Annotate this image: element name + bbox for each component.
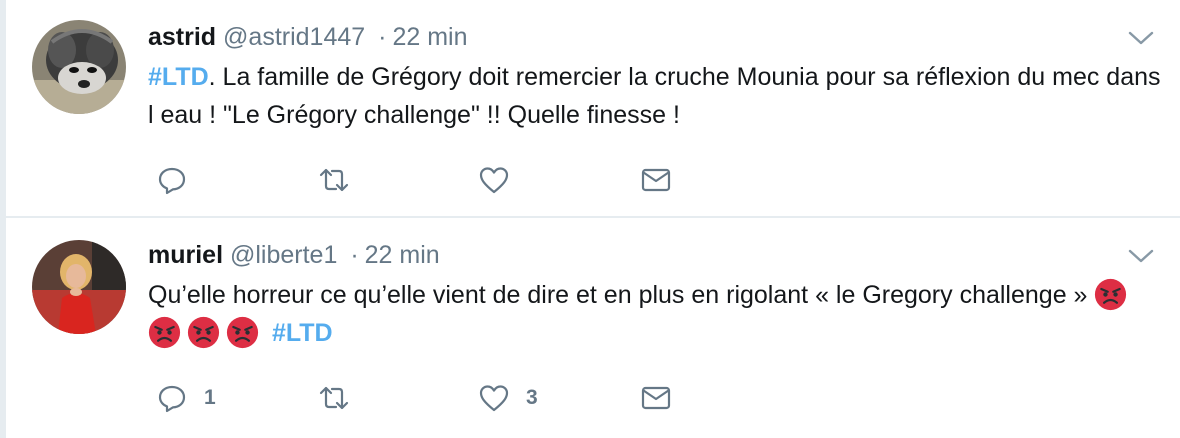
- timeline: astrid @astrid1447 · 22 min #LTD. La fami…: [0, 0, 1180, 438]
- hashtag-link[interactable]: #LTD: [148, 63, 209, 91]
- author-name[interactable]: astrid: [148, 23, 216, 51]
- direct-message-button[interactable]: [640, 160, 672, 200]
- reply-icon: [158, 167, 186, 195]
- separator: ·: [378, 23, 387, 51]
- angry-face-icon: [1095, 278, 1127, 311]
- reply-button[interactable]: 1: [156, 378, 216, 418]
- heart-icon: [479, 385, 509, 412]
- like-count: 3: [526, 386, 538, 409]
- chevron-down-icon[interactable]: [1128, 30, 1154, 46]
- tweet-body: Qu’elle horreur ce qu’elle vient de dire…: [148, 281, 1095, 309]
- tweet-body: . La famille de Grégory doit remercier l…: [148, 63, 1161, 129]
- author-handle[interactable]: @astrid1447: [223, 23, 365, 51]
- dog-avatar-image: [32, 20, 126, 114]
- timestamp[interactable]: 22 min: [365, 241, 440, 269]
- retweet-button[interactable]: [318, 160, 350, 200]
- woman-avatar-image: [32, 240, 126, 334]
- chevron-down-icon[interactable]: [1128, 248, 1154, 264]
- author-handle[interactable]: @liberte1: [230, 241, 337, 269]
- angry-face-icon: [226, 316, 259, 349]
- avatar[interactable]: [32, 20, 126, 114]
- angry-face-icon: [187, 316, 220, 349]
- timestamp[interactable]: 22 min: [392, 23, 467, 51]
- tweet[interactable]: muriel @liberte1 · 22 min Qu’elle horreur…: [6, 218, 1180, 438]
- author-name[interactable]: muriel: [148, 241, 223, 269]
- tweet-header: muriel @liberte1 · 22 min: [148, 238, 440, 272]
- tweet-header: astrid @astrid1447 · 22 min: [148, 20, 468, 54]
- tweet-text: Qu’elle horreur ce qu’elle vient de dire…: [148, 276, 1168, 352]
- retweet-icon: [319, 168, 349, 192]
- reply-icon: [158, 385, 186, 413]
- reply-count: 1: [204, 386, 216, 409]
- tweet-actions: 1 3: [152, 378, 752, 418]
- hashtag-link[interactable]: #LTD: [272, 319, 333, 347]
- angry-face-icon: [148, 316, 181, 349]
- like-button[interactable]: 3: [478, 378, 538, 418]
- reply-button[interactable]: [156, 160, 204, 200]
- avatar[interactable]: [32, 240, 126, 334]
- envelope-icon: [641, 386, 671, 410]
- tweet-text: #LTD. La famille de Grégory doit remerci…: [148, 58, 1168, 134]
- envelope-icon: [641, 168, 671, 192]
- tweet[interactable]: astrid @astrid1447 · 22 min #LTD. La fami…: [6, 0, 1180, 218]
- like-button[interactable]: [478, 160, 526, 200]
- separator: ·: [350, 241, 359, 269]
- retweet-icon: [319, 386, 349, 410]
- direct-message-button[interactable]: [640, 378, 672, 418]
- heart-icon: [479, 167, 509, 194]
- tweet-actions: [152, 160, 752, 200]
- retweet-button[interactable]: [318, 378, 350, 418]
